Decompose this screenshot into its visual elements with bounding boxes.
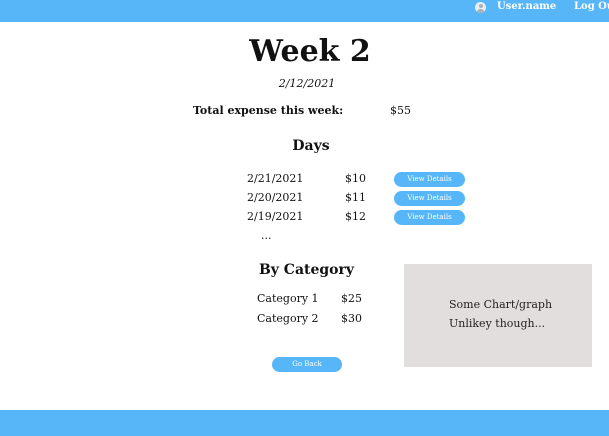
days-heading: Days — [292, 138, 330, 154]
chart-placeholder-text: Some Chart/graph Unlikey though... — [449, 295, 552, 333]
day-amount: $10 — [345, 172, 366, 185]
total-expense-value: $55 — [390, 104, 411, 117]
go-back-button[interactable]: Go Back — [272, 357, 342, 372]
day-date: 2/21/2021 — [247, 172, 304, 185]
total-expense-label: Total expense this week: — [193, 104, 344, 117]
category-name: Category 1 — [257, 292, 319, 305]
top-navigation-bar: User.name Log Out — [0, 0, 609, 22]
view-details-button[interactable]: View Details — [394, 191, 465, 206]
chart-placeholder-line1: Some Chart/graph — [449, 298, 553, 311]
chart-placeholder-line2: Unlikey though... — [449, 317, 546, 330]
day-amount: $11 — [345, 191, 366, 204]
username-link[interactable]: User.name — [497, 0, 556, 14]
page-title: Week 2 — [249, 34, 371, 69]
user-avatar-icon[interactable] — [475, 2, 486, 13]
bottom-footer-bar — [0, 410, 609, 436]
category-amount: $30 — [341, 312, 362, 325]
logout-link[interactable]: Log Out — [574, 0, 609, 14]
view-details-button[interactable]: View Details — [394, 172, 465, 187]
more-days-ellipsis: ... — [261, 229, 272, 242]
view-details-button[interactable]: View Details — [394, 210, 465, 225]
day-date: 2/20/2021 — [247, 191, 304, 204]
category-amount: $25 — [341, 292, 362, 305]
chart-placeholder-box: Some Chart/graph Unlikey though... — [404, 264, 592, 367]
day-amount: $12 — [345, 210, 366, 223]
week-date: 2/12/2021 — [278, 77, 336, 90]
avatar-head-shape — [478, 4, 483, 8]
day-date: 2/19/2021 — [247, 210, 304, 223]
avatar-shoulders-shape — [477, 9, 484, 13]
category-name: Category 2 — [257, 312, 319, 325]
by-category-heading: By Category — [258, 262, 355, 278]
